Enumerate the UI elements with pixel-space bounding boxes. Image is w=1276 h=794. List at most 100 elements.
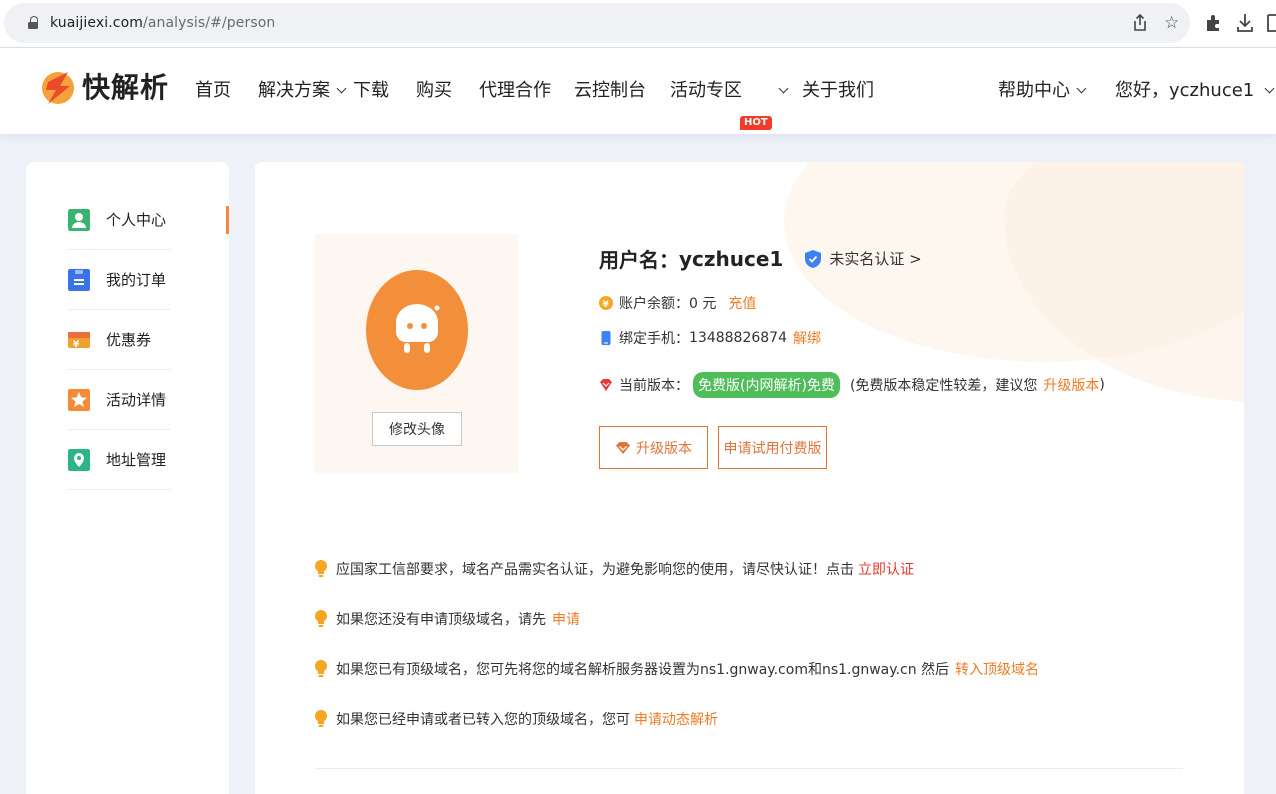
phone-label: 绑定手机： [619,331,689,347]
robot-avatar-icon [396,304,440,353]
apply-domain-link[interactable]: 申请 [552,609,580,629]
sidebar-item-label: 我的订单 [106,271,167,289]
version-row: 当前版本： 免费版(内网解析)免费 (免费版本稳定性较差，建议您 升级版本 ) [599,372,1105,398]
phone-icon [601,331,611,345]
username-row: 用户名： yczhuce1 未实名认证 > [599,244,922,273]
star-bookmark-icon[interactable]: ☆ [1164,11,1179,35]
upgrade-link[interactable]: 升级版本 [1043,375,1099,395]
shield-check-icon [805,249,822,268]
sidebar-item-coupons[interactable]: ¥ 优惠券 [68,310,170,370]
active-indicator [226,206,229,234]
help-label: 帮助中心 [998,80,1070,101]
phone-value: 13488826874 [689,330,787,346]
decorative-background [1004,162,1244,402]
nav-agency[interactable]: 代理合作 [479,78,551,104]
dynamic-dns-link[interactable]: 申请动态解析 [634,709,718,729]
divider [315,768,1183,769]
trial-paid-button[interactable]: 申请试用付费版 [718,426,827,469]
nav-solutions-label: 解决方案 [258,80,330,101]
balance-value: 0 元 [689,296,717,312]
side-panel-icon[interactable] [1266,14,1276,32]
username-value: yczhuce1 [679,246,784,271]
upgrade-button[interactable]: 升级版本 [599,426,708,469]
chevron-down-icon [336,83,347,94]
svg-text:¥: ¥ [73,340,80,350]
star-icon [68,388,90,411]
sidebar-item-address[interactable]: 地址管理 [68,430,170,490]
tip-item: 如果您已经申请或者已转入您的顶级域名，您可 申请动态解析 [315,709,718,729]
nav-activities[interactable]: 活动专区 [670,78,789,104]
version-note-close: ) [1099,377,1105,393]
phone-row: 绑定手机： 13488826874 解绑 [599,328,821,348]
nav-download[interactable]: 下载 [353,78,389,104]
profile-panel: 修改头像 用户名： yczhuce1 未实名认证 > ¥ 账户余额： 0 元 充… [255,162,1244,794]
change-avatar-button[interactable]: 修改头像 [372,412,462,446]
coupon-icon: ¥ [68,331,90,350]
user-greeting: 您好，yczhuce1 [1115,80,1255,101]
logo-icon [42,72,74,104]
lock-icon[interactable] [28,16,38,29]
site-header: 快解析 首页 解决方案 下载 购买 代理合作 云控制台 活动专区 HOT 关于我… [0,48,1276,134]
order-icon [68,268,90,291]
verify-now-link[interactable]: 立即认证 [858,559,914,579]
download-icon[interactable] [1236,13,1254,33]
tip-item: 如果您已有顶级域名，您可先将您的域名解析服务器设置为ns1.gnway.com和… [315,659,1039,679]
svg-text:¥: ¥ [603,300,610,310]
chevron-down-icon [1076,83,1087,94]
user-menu[interactable]: 您好，yczhuce1 [1115,78,1275,104]
transfer-domain-link[interactable]: 转入顶级域名 [955,659,1039,679]
sidebar-item-orders[interactable]: 我的订单 [68,250,170,310]
logo-text: 快解析 [82,71,170,104]
tip-item: 如果您还没有申请顶级域名，请先 申请 [315,609,580,629]
coin-icon: ¥ [599,296,613,310]
avatar [366,270,468,390]
nav-activities-label: 活动专区 [670,80,742,101]
nav-cloud-console[interactable]: 云控制台 [574,78,646,104]
upgrade-button-label: 升级版本 [636,440,692,457]
chevron-down-icon [1264,83,1275,94]
nav-about[interactable]: 关于我们 [802,78,874,104]
url-text[interactable]: kuaijiexi.com/analysis/#/person [50,15,275,31]
lightbulb-icon [315,660,327,677]
tip-item: 应国家工信部要求，域名产品需实名认证，为避免影响您的使用，请尽快认证！点击 立即… [315,559,914,579]
version-badge: 免费版(内网解析)免费 [693,372,840,398]
username-label: 用户名： [599,248,679,272]
sidebar-item-personal-center[interactable]: 个人中心 [68,190,170,250]
location-icon [68,448,90,471]
balance-label: 账户余额： [619,296,689,312]
version-note: (免费版本稳定性较差，建议您 [849,378,1038,394]
sidebar-item-activities[interactable]: 活动详情 [68,370,170,430]
balance-row: ¥ 账户余额： 0 元 充值 [599,293,756,313]
url-path: /analysis/#/person [143,15,276,31]
tip-text: 如果您还没有申请顶级域名，请先 [336,612,546,628]
hot-badge: HOT [740,116,772,130]
verify-identity-link[interactable]: 未实名认证 > [805,248,922,269]
tip-text: 如果您已经申请或者已转入您的顶级域名，您可 [336,712,630,728]
verify-status: 未实名认证 > [829,250,922,268]
address-bar[interactable]: kuaijiexi.com/analysis/#/person ☆ [4,3,1190,43]
lightbulb-icon [315,560,327,577]
diamond-icon [616,441,630,454]
nav-solutions[interactable]: 解决方案 [258,78,347,104]
tip-text: 如果您已有顶级域名，您可先将您的域名解析服务器设置为ns1.gnway.com和… [336,662,950,678]
lightbulb-icon [315,710,327,727]
person-icon [68,208,90,231]
unbind-link[interactable]: 解绑 [793,328,821,348]
nav-help-center[interactable]: 帮助中心 [998,78,1087,104]
nav-home[interactable]: 首页 [195,78,231,104]
extensions-icon[interactable] [1205,14,1223,32]
version-label: 当前版本： [619,378,689,394]
sidebar-item-label: 地址管理 [106,451,167,469]
sidebar-item-label: 优惠券 [106,331,152,349]
recharge-link[interactable]: 充值 [728,293,756,313]
share-icon[interactable] [1132,14,1148,32]
tip-text: 应国家工信部要求，域名产品需实名认证，为避免影响您的使用，请尽快认证！点击 [336,562,854,578]
url-host: kuaijiexi.com [50,15,143,31]
sidebar-item-label: 个人中心 [106,211,167,229]
sidebar-item-label: 活动详情 [106,391,167,409]
chevron-down-icon [778,83,789,94]
site-logo[interactable]: 快解析 [38,66,169,106]
nav-purchase[interactable]: 购买 [416,78,452,104]
diamond-icon [600,379,612,391]
avatar-section: 修改头像 [315,234,518,473]
